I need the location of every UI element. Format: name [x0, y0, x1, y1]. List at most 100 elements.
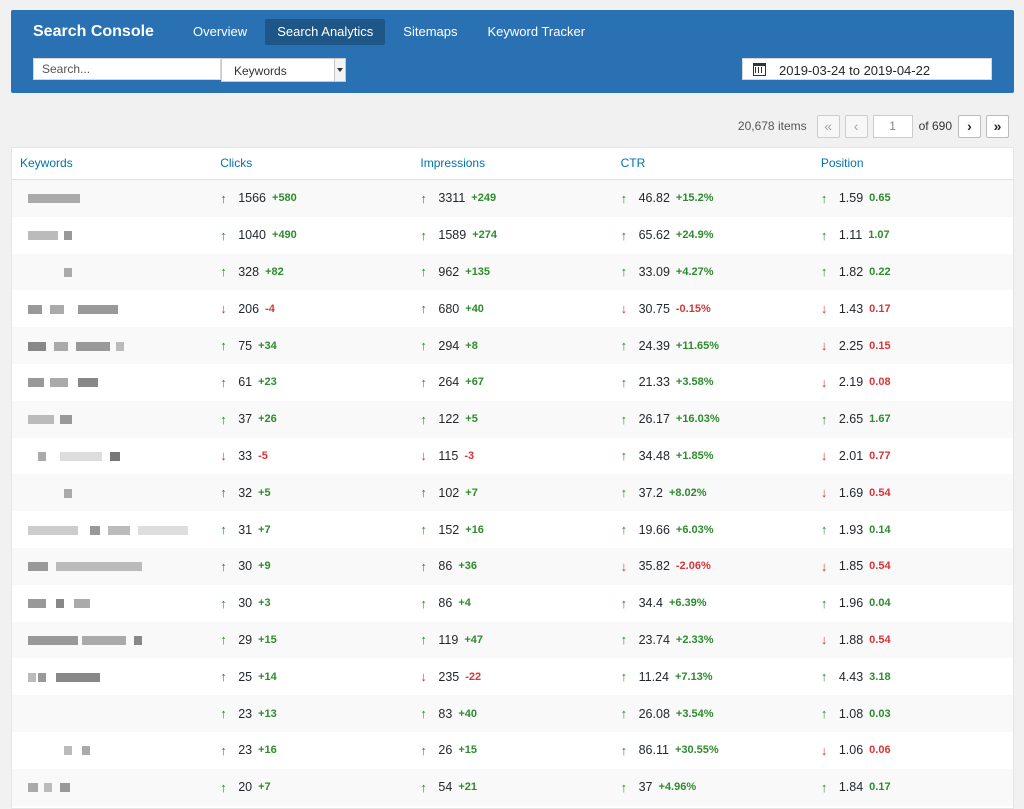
last-page-button[interactable]: » — [986, 114, 1009, 138]
position-change: 0.06 — [869, 744, 891, 757]
ctr-change: +6.39% — [668, 597, 707, 610]
impressions-value: 264 — [438, 375, 460, 390]
tab-search-analytics[interactable]: Search Analytics — [265, 19, 386, 45]
table-row[interactable]: ↑ 23 +16 ↑ 26 +15 ↑ 86.11 +30.55% ↓ 1.06 0.06 — [12, 732, 1013, 769]
ctr-value: 35.82 — [638, 559, 670, 574]
keyword-cell[interactable] — [12, 486, 212, 500]
keyword-cell[interactable] — [12, 375, 212, 389]
column-clicks[interactable]: Clicks — [212, 148, 412, 179]
table-row[interactable]: ↑ 61 +23 ↑ 264 +67 ↑ 21.33 +3.58% ↓ 2.19 0.08 — [12, 364, 1013, 401]
table-row[interactable]: ↑ 25 +14 ↓ 235 -22 ↑ 11.24 +7.13% ↑ 4.43 3.18 — [12, 658, 1013, 695]
keyword-cell[interactable] — [12, 191, 212, 205]
clicks-cell: ↑ 30 +3 — [212, 596, 412, 611]
search-input[interactable] — [33, 58, 221, 80]
position-change: 0.17 — [869, 781, 891, 794]
keyword-text-redacted — [20, 339, 210, 353]
tab-sitemaps[interactable]: Sitemaps — [391, 19, 469, 45]
keyword-cell[interactable] — [12, 302, 212, 316]
keyword-cell[interactable] — [12, 265, 212, 279]
position-change: 0.54 — [869, 633, 891, 646]
redaction-block — [28, 378, 44, 388]
column-ctr[interactable]: CTR — [613, 148, 813, 179]
keyword-cell[interactable] — [12, 412, 212, 426]
arrow-up-icon: ↑ — [420, 264, 427, 280]
column-impressions[interactable]: Impressions — [412, 148, 612, 179]
column-keywords[interactable]: Keywords — [12, 148, 212, 179]
table-row[interactable]: ↑ 328 +82 ↑ 962 +135 ↑ 33.09 +4.27% ↑ 1.82 0.22 — [12, 253, 1013, 291]
table-row[interactable]: ↑ 1040 +490 ↑ 1589 +274 ↑ 65.62 +24.9% ↑ 1.11 1.07 — [12, 217, 1013, 254]
keywords-table: Keywords Clicks Impressions CTR Position… — [11, 147, 1014, 809]
redaction-block — [28, 415, 54, 425]
impressions-cell: ↑ 1589 +274 — [412, 228, 612, 243]
tab-overview[interactable]: Overview — [181, 19, 259, 45]
next-page-button[interactable]: › — [958, 114, 981, 138]
table-row[interactable]: ↑ 30 +9 ↑ 86 +36 ↓ 35.82 -2.06% ↓ 1.85 0.54 — [12, 547, 1013, 585]
position-value: 1.96 — [838, 596, 864, 611]
arrow-up-icon: ↑ — [420, 595, 427, 611]
keyword-text-redacted — [20, 780, 210, 794]
clicks-cell: ↑ 31 +7 — [212, 522, 412, 537]
position-cell: ↓ 2.01 0.77 — [813, 448, 1013, 463]
table-row[interactable]: ↑ 31 +7 ↑ 152 +16 ↑ 19.66 +6.03% ↑ 1.93 0.14 — [12, 511, 1013, 548]
chevron-down-icon[interactable] — [334, 59, 345, 81]
arrow-up-icon: ↑ — [420, 227, 427, 243]
arrow-down-icon: ↓ — [220, 301, 227, 317]
table-row[interactable]: ↓ 206 -4 ↑ 680 +40 ↓ 30.75 -0.15% ↓ 1.43 0.17 — [12, 290, 1013, 327]
table-row[interactable]: ↑ 37 +26 ↑ 122 +5 ↑ 26.17 +16.03% ↑ 2.65 1.67 — [12, 400, 1013, 438]
arrow-up-icon: ↑ — [820, 411, 828, 427]
keyword-cell[interactable] — [12, 780, 212, 794]
table-row[interactable]: ↑ 75 +34 ↑ 294 +8 ↑ 24.39 +11.65% ↓ 2.25 0.15 — [12, 327, 1013, 364]
arrow-up-icon: ↑ — [620, 742, 628, 758]
impressions-cell: ↓ 235 -22 — [412, 669, 612, 684]
keyword-cell[interactable] — [12, 339, 212, 353]
date-range-picker[interactable]: 2019-03-24 to 2019-04-22 — [742, 58, 992, 80]
redaction-block — [28, 341, 46, 351]
redaction-block — [64, 488, 72, 498]
clicks-change: +82 — [265, 265, 284, 278]
redaction-block — [38, 672, 46, 682]
keyword-cell[interactable] — [12, 743, 212, 757]
tab-keyword-tracker[interactable]: Keyword Tracker — [476, 19, 598, 45]
prev-page-button[interactable]: ‹ — [844, 114, 868, 138]
impressions-change: -22 — [465, 670, 482, 683]
keyword-cell[interactable] — [12, 523, 212, 537]
table-row[interactable]: ↑ 23 +13 ↑ 83 +40 ↑ 26.08 +3.54% ↑ 1.08 0.03 — [12, 695, 1013, 732]
ctr-value: 46.82 — [638, 191, 670, 206]
keyword-text-redacted — [20, 228, 210, 242]
ctr-change: +16.03% — [675, 413, 720, 426]
impressions-change: +67 — [465, 376, 484, 389]
keyword-cell[interactable] — [12, 596, 212, 610]
arrow-up-icon: ↑ — [820, 190, 828, 206]
ctr-value: 30.75 — [638, 301, 670, 316]
ctr-change: +6.03% — [675, 523, 714, 536]
keyword-cell[interactable] — [12, 633, 212, 647]
arrow-up-icon: ↑ — [820, 779, 828, 795]
keyword-cell[interactable] — [12, 670, 212, 684]
table-row[interactable]: ↑ 20 +7 ↑ 54 +21 ↑ 37 +4.96% ↑ 1.84 0.17 — [12, 768, 1013, 806]
current-page-input[interactable] — [872, 114, 913, 138]
keyword-text-redacted — [20, 375, 210, 389]
ctr-value: 37.2 — [638, 485, 663, 500]
arrow-up-icon: ↑ — [220, 779, 227, 795]
table-row[interactable]: ↑ 29 +15 ↑ 119 +47 ↑ 23.74 +2.33% ↓ 1.88 0.54 — [12, 621, 1013, 659]
keyword-text-redacted — [20, 633, 210, 647]
first-page-button[interactable]: « — [816, 114, 840, 138]
keyword-cell[interactable] — [12, 559, 212, 573]
keyword-cell[interactable] — [12, 449, 212, 463]
keyword-cell[interactable] — [12, 707, 212, 721]
arrow-up-icon: ↑ — [620, 227, 628, 243]
clicks-change: +7 — [258, 523, 271, 536]
impressions-change: +4 — [458, 597, 471, 610]
dimension-select[interactable]: Keywords — [221, 58, 346, 82]
clicks-cell: ↑ 1040 +490 — [212, 228, 412, 243]
keyword-cell[interactable] — [12, 228, 212, 242]
ctr-value: 19.66 — [638, 522, 670, 537]
table-row[interactable]: ↑ 1566 +580 ↑ 3311 +249 ↑ 46.82 +15.2% ↑ 1.59 0.65 — [12, 180, 1013, 217]
table-row[interactable]: ↑ 30 +3 ↑ 86 +4 ↑ 34.4 +6.39% ↑ 1.96 0.04 — [12, 585, 1013, 622]
column-position[interactable]: Position — [813, 148, 1013, 179]
position-cell: ↑ 4.43 3.18 — [813, 669, 1013, 684]
clicks-cell: ↑ 328 +82 — [212, 264, 412, 279]
table-row[interactable]: ↑ 32 +5 ↑ 102 +7 ↑ 37.2 +8.02% ↓ 1.69 0.54 — [12, 474, 1013, 512]
ctr-cell: ↑ 33.09 +4.27% — [613, 264, 813, 279]
table-row[interactable]: ↓ 33 -5 ↓ 115 -3 ↑ 34.48 +1.85% ↓ 2.01 0.77 — [12, 438, 1013, 475]
